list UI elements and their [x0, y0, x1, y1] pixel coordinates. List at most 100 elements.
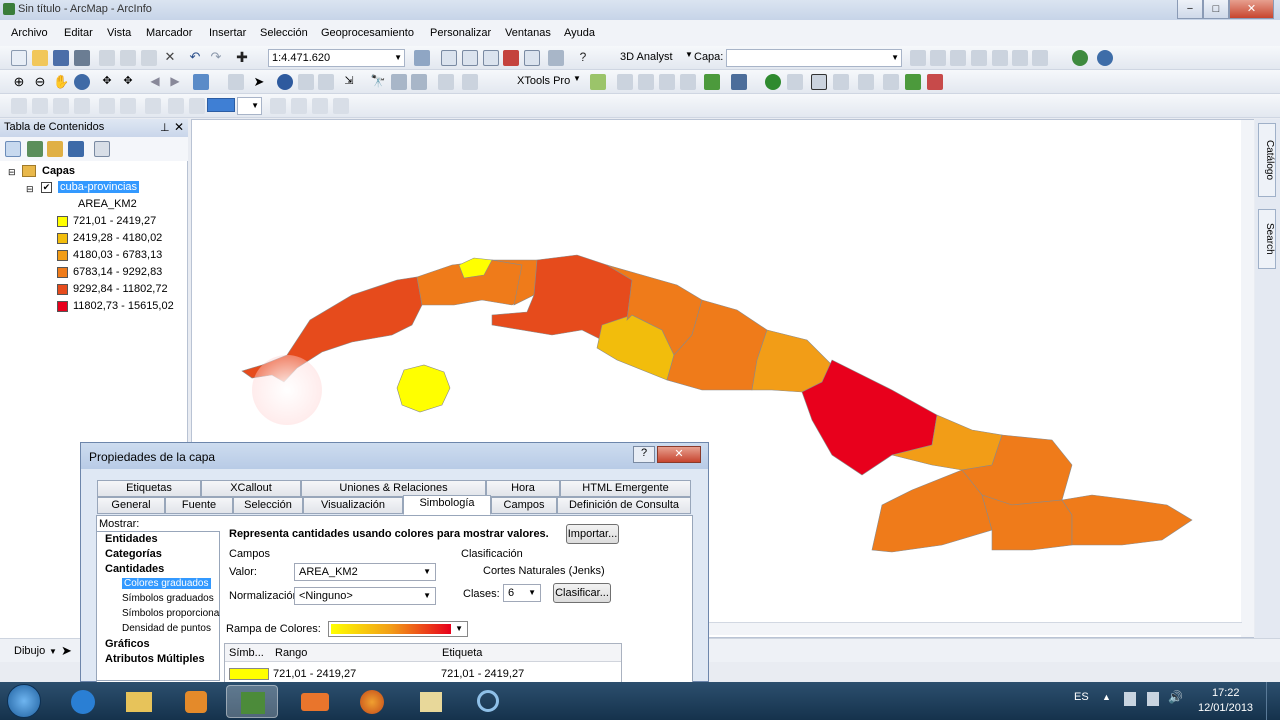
find-icon[interactable]: 🔭 — [370, 74, 386, 90]
3d-tool-icon[interactable] — [910, 50, 926, 66]
map-vertical-scrollbar[interactable] — [1241, 120, 1254, 637]
xtools-icon[interactable] — [590, 74, 606, 90]
start-button[interactable] — [7, 684, 41, 718]
tab-etiquetas[interactable]: Etiquetas — [97, 480, 201, 497]
legend-swatch[interactable] — [57, 301, 68, 312]
3d-tool-icon[interactable] — [930, 50, 946, 66]
hyperlink-icon[interactable] — [298, 74, 314, 90]
col-range[interactable]: Rango — [275, 647, 307, 659]
layout-tool-icon[interactable] — [333, 98, 349, 114]
list-by-source-icon[interactable] — [27, 141, 43, 157]
close-button[interactable]: ✕ — [1229, 0, 1274, 19]
catalog-tab[interactable]: Catálogo — [1258, 123, 1276, 197]
show-desktop-button[interactable] — [1266, 682, 1280, 720]
3d-tool-icon[interactable] — [1032, 50, 1048, 66]
xtools-shape-icon[interactable] — [659, 74, 675, 90]
value-select[interactable]: AREA_KM2 ▼ — [294, 563, 436, 581]
3d-tool-icon[interactable] — [950, 50, 966, 66]
list-by-drawing-order-icon[interactable] — [5, 141, 21, 157]
show-item[interactable]: Colores graduados — [122, 578, 211, 589]
menu-archivo[interactable]: Archivo — [11, 27, 48, 39]
time-slider-icon[interactable] — [438, 74, 454, 90]
pin-icon[interactable]: ⊥ — [160, 121, 170, 134]
help-button[interactable]: ? — [633, 446, 655, 463]
xtools-green-icon[interactable] — [704, 74, 720, 90]
taskbar-media-player[interactable] — [170, 685, 222, 718]
show-item[interactable]: Densidad de puntos — [122, 623, 211, 634]
distribute-icon[interactable] — [145, 98, 161, 114]
menu-marcador[interactable]: Marcador — [146, 27, 192, 39]
pan-hand-icon[interactable]: ✋ — [53, 74, 69, 90]
show-item[interactable]: Símbolos graduados — [122, 593, 214, 604]
distribute-icon[interactable] — [120, 98, 136, 114]
tab-visualizacion[interactable]: Visualización — [303, 497, 403, 514]
3d-tool-icon[interactable] — [1012, 50, 1028, 66]
help-icon[interactable]: ? — [575, 50, 591, 66]
arcscene-icon[interactable] — [1097, 50, 1113, 66]
show-item[interactable]: Gráficos — [105, 638, 150, 650]
layout-tool-icon[interactable] — [291, 98, 307, 114]
xtools-tool-icon[interactable] — [883, 74, 899, 90]
3d-analyst-menu[interactable]: 3D Analyst — [620, 51, 673, 63]
xtools-tool-icon[interactable] — [905, 74, 921, 90]
close-icon[interactable]: ✕ — [174, 120, 184, 134]
minimize-button[interactable]: − — [1177, 0, 1203, 19]
new-document-icon[interactable] — [11, 50, 27, 66]
class-label-cell[interactable]: 721,01 - 2419,27 — [441, 668, 524, 680]
delete-icon[interactable]: ✕ — [162, 50, 178, 66]
copy-icon[interactable] — [120, 50, 136, 66]
layer-combo[interactable]: ▼ — [726, 49, 902, 67]
xtools-menu[interactable]: XTools Pro — [517, 75, 570, 87]
collapse-icon[interactable]: ⊟ — [8, 167, 16, 178]
print-icon[interactable] — [74, 50, 90, 66]
color-ramp-select[interactable]: ▼ — [328, 621, 468, 637]
language-indicator[interactable]: ES — [1074, 691, 1089, 703]
fixed-zoom-out-icon[interactable]: ✥ — [120, 74, 136, 90]
distribute-icon[interactable] — [99, 98, 115, 114]
xtools-grid-icon[interactable] — [731, 74, 747, 90]
layer-visibility-checkbox[interactable]: ✔ — [41, 182, 52, 193]
select-features-icon[interactable] — [193, 74, 209, 90]
paste-icon[interactable] — [141, 50, 157, 66]
col-label[interactable]: Etiqueta — [442, 647, 482, 659]
distribute-icon[interactable] — [168, 98, 184, 114]
full-extent-icon[interactable] — [74, 74, 90, 90]
tab-campos[interactable]: Campos — [491, 497, 557, 514]
tab-general[interactable]: General — [97, 497, 165, 514]
select-elements-icon[interactable]: ➤ — [251, 74, 267, 90]
taskbar-ie[interactable] — [58, 685, 110, 718]
menu-insertar[interactable]: Insertar — [209, 27, 246, 39]
legend-swatch[interactable] — [57, 216, 68, 227]
open-folder-icon[interactable] — [32, 50, 48, 66]
align-icon[interactable] — [11, 98, 27, 114]
show-item[interactable]: Entidades — [105, 533, 158, 545]
model-builder-icon[interactable] — [548, 50, 564, 66]
menu-ayuda[interactable]: Ayuda — [564, 27, 595, 39]
options-icon[interactable] — [94, 141, 110, 157]
close-button[interactable]: ✕ — [657, 446, 701, 463]
menu-editar[interactable]: Editar — [64, 27, 93, 39]
layout-tool-icon[interactable] — [312, 98, 328, 114]
zoom-in-icon[interactable]: ⊕ — [11, 74, 27, 90]
arcglobe-icon[interactable] — [1072, 50, 1088, 66]
measure-icon[interactable]: ⇲ — [341, 74, 357, 90]
menu-seleccion[interactable]: Selección — [260, 27, 308, 39]
taskbar-explorer[interactable] — [113, 685, 165, 718]
undo-icon[interactable]: ↶ — [187, 50, 203, 66]
fill-color-swatch[interactable] — [207, 98, 235, 112]
xtools-convert-icon[interactable] — [680, 74, 696, 90]
layout-tool-icon[interactable] — [270, 98, 286, 114]
info-green-icon[interactable] — [765, 74, 781, 90]
font-size-combo[interactable]: ▼ — [237, 97, 262, 115]
scale-combo[interactable]: 1:4.471.620 ▼ — [268, 49, 405, 67]
table-icon[interactable] — [441, 50, 457, 66]
3d-tool-icon[interactable] — [971, 50, 987, 66]
align-icon[interactable] — [53, 98, 69, 114]
toc-layer-name[interactable]: cuba-provincias — [58, 181, 140, 193]
align-icon[interactable] — [74, 98, 90, 114]
layout-icon[interactable] — [787, 74, 803, 90]
maximize-button[interactable]: □ — [1203, 0, 1229, 19]
clock-time[interactable]: 17:22 — [1212, 687, 1240, 699]
taskbar-arcmap[interactable] — [226, 685, 278, 718]
viewer-icon[interactable] — [462, 74, 478, 90]
